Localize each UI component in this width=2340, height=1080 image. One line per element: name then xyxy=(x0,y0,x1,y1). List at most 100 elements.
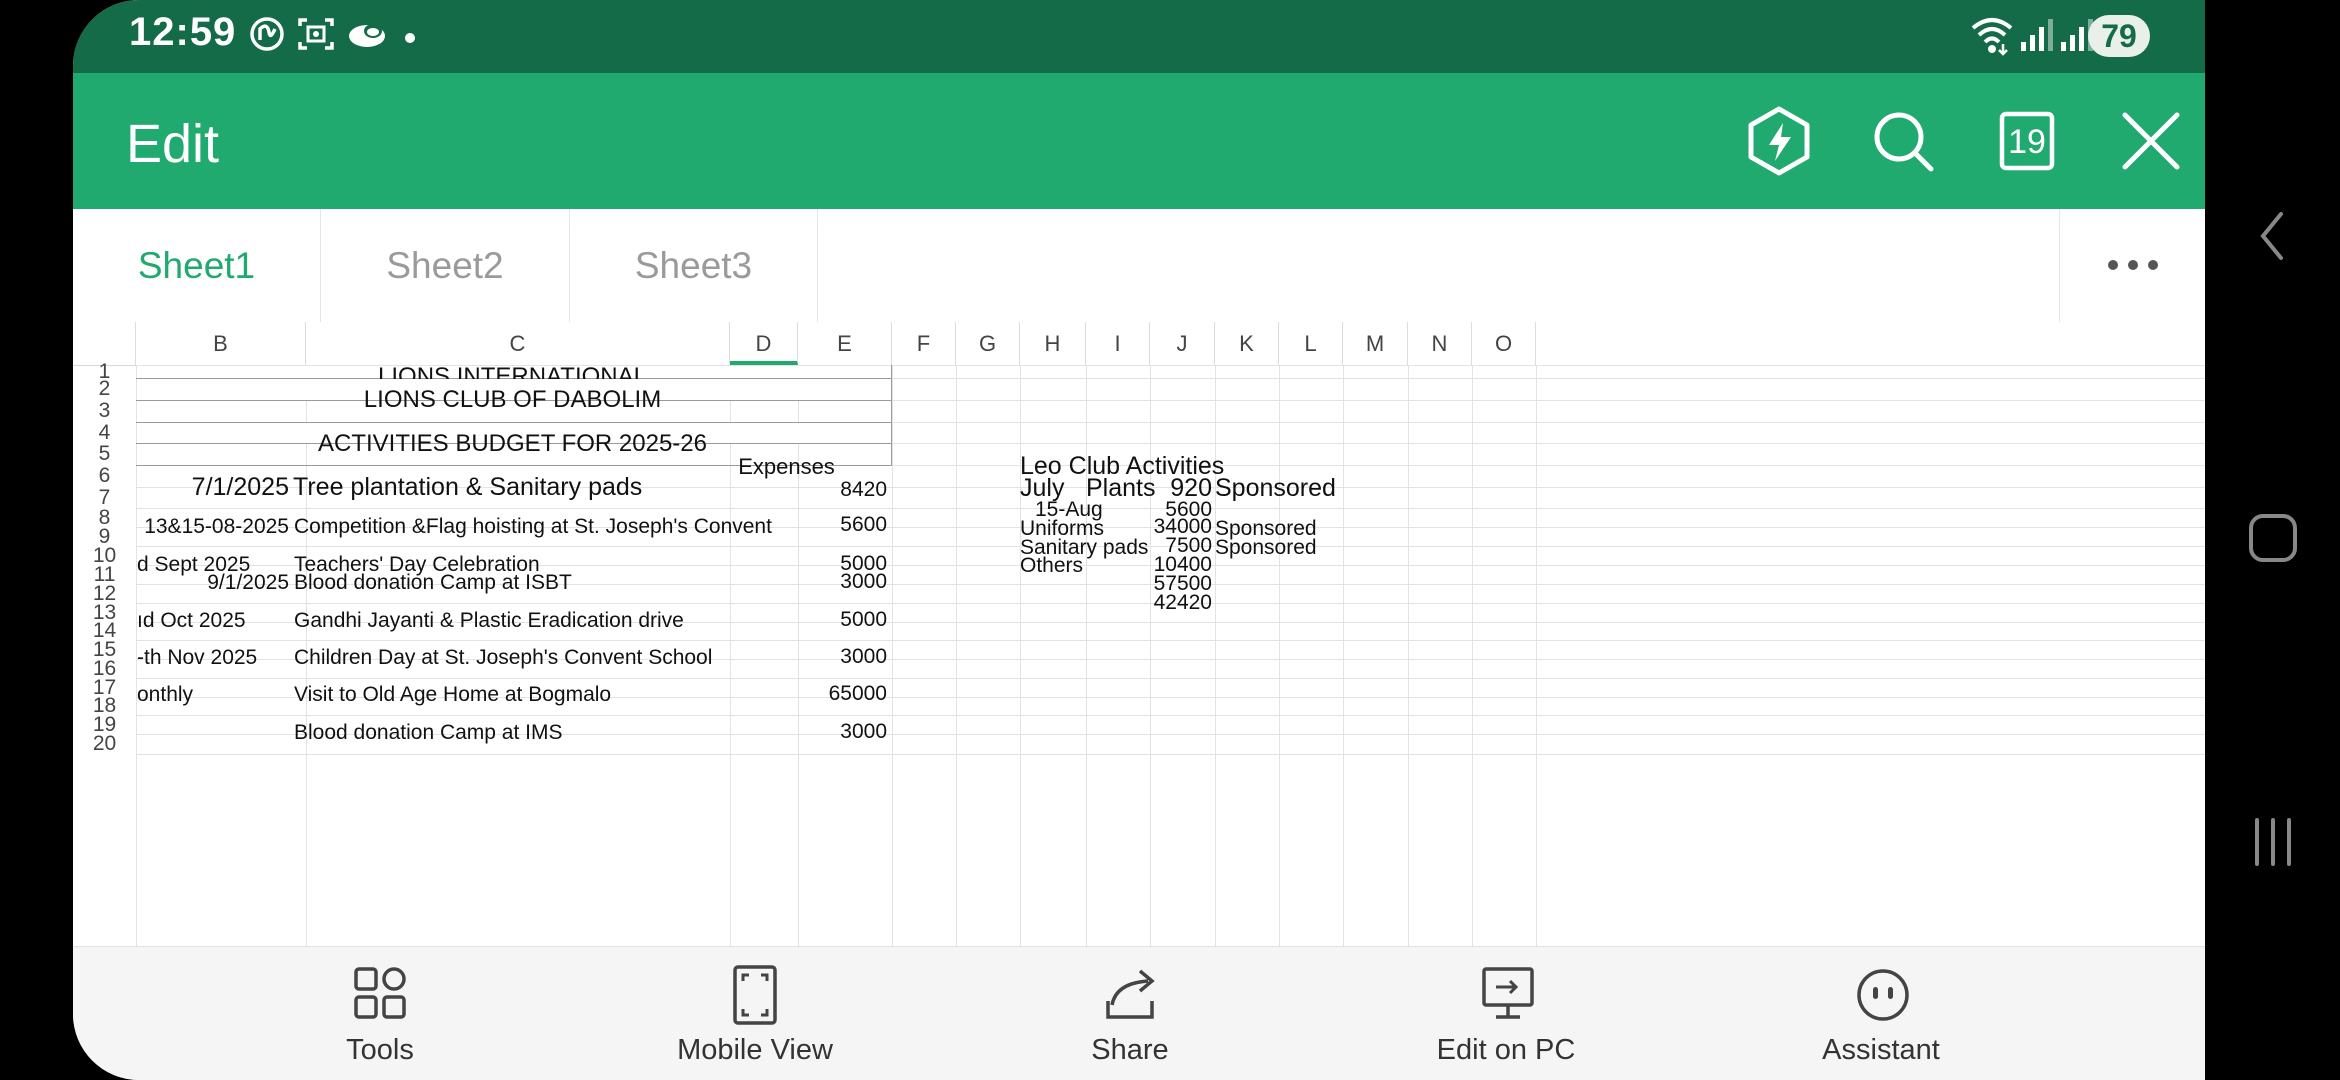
column-header-e[interactable]: E xyxy=(798,322,892,365)
cell-border xyxy=(136,422,892,423)
tools-button[interactable]: Tools xyxy=(230,947,530,1080)
column-headers: BCDEFGHIJKLMNO xyxy=(73,322,2205,366)
cell-b6[interactable]: 7/1/2025 xyxy=(136,472,289,502)
assistant-label: Assistant xyxy=(1822,1034,1940,1066)
more-icon xyxy=(2108,260,2158,270)
assistant-button[interactable]: Assistant xyxy=(1731,947,2031,1080)
row-header-4[interactable]: 4 xyxy=(73,422,136,443)
edit-on-pc-label: Edit on PC xyxy=(1436,1034,1576,1066)
column-header-g[interactable]: G xyxy=(956,322,1020,365)
grid-vline xyxy=(1279,365,1280,946)
column-header-k[interactable]: K xyxy=(1215,322,1279,365)
cell-c11[interactable]: Blood donation Camp at ISBT xyxy=(294,570,572,596)
grid-vline xyxy=(1536,365,1537,946)
cell-b17[interactable]: onthly xyxy=(137,682,193,708)
cell-k6[interactable]: Sponsored xyxy=(1215,473,1336,503)
row-header-7[interactable]: 7 xyxy=(73,487,136,508)
close-icon[interactable] xyxy=(2111,101,2191,181)
calendar-day: 19 xyxy=(2008,123,2046,161)
column-header-f[interactable]: F xyxy=(892,322,956,365)
cell-e13[interactable]: 5000 xyxy=(730,607,887,633)
row-header-2[interactable]: 2 xyxy=(73,378,136,400)
grid-hline xyxy=(136,715,2205,716)
cell-e17[interactable]: 65000 xyxy=(730,681,887,707)
recents-icon[interactable] xyxy=(2251,816,2295,868)
tools-label: Tools xyxy=(346,1034,414,1066)
cell-c17[interactable]: Visit to Old Age Home at Bogmalo xyxy=(294,682,611,708)
cell-c19[interactable]: Blood donation Camp at IMS xyxy=(294,720,563,746)
more-notifications-icon xyxy=(405,33,415,43)
row-header-3[interactable]: 3 xyxy=(73,400,136,422)
mobile-view-icon xyxy=(733,965,777,1025)
cell-border xyxy=(891,365,892,465)
cell-e8[interactable]: 5600 xyxy=(730,512,887,538)
quick-action-icon[interactable] xyxy=(1739,101,1819,181)
grid-vline xyxy=(956,365,957,946)
grid-vline xyxy=(1343,365,1344,946)
cell-j12[interactable]: 42420 xyxy=(1150,590,1212,616)
corner-cell[interactable] xyxy=(73,322,136,365)
back-icon[interactable] xyxy=(2255,208,2291,264)
tab-sheet3[interactable]: Sheet3 xyxy=(570,209,818,322)
app-notification-icon xyxy=(250,17,284,51)
app-screen: 12:59 79 Edit 19 Sheet1 Sheet2 Sheet3 BC… xyxy=(73,0,2205,1080)
column-header-c[interactable]: C xyxy=(306,322,730,365)
column-header-d[interactable]: D xyxy=(730,322,798,365)
column-header-j[interactable]: J xyxy=(1150,322,1215,365)
screenshot-icon xyxy=(298,18,334,50)
grid-hline xyxy=(136,640,2205,641)
tab-sheet1[interactable]: Sheet1 xyxy=(73,209,321,322)
grid-vline xyxy=(1472,365,1473,946)
cloud-icon xyxy=(349,24,385,47)
calendar-icon[interactable]: 19 xyxy=(1987,101,2067,181)
signal-1-icon xyxy=(2021,19,2053,51)
cell-c6[interactable]: Tree plantation & Sanitary pads xyxy=(293,472,642,502)
sheet-tabs: Sheet1 Sheet2 Sheet3 xyxy=(73,209,2205,323)
cell-title-2[interactable]: LIONS CLUB OF DABOLIM xyxy=(136,385,889,415)
clock: 12:59 xyxy=(129,10,237,54)
spreadsheet-grid[interactable]: BCDEFGHIJKLMNO 1 2 3 4 5 6 7 8 9 10 11 12 13 14 15 16 17… xyxy=(73,322,2205,946)
column-header-h[interactable]: H xyxy=(1020,322,1086,365)
row-header-20[interactable]: 20 xyxy=(73,733,136,754)
cell-c15[interactable]: Children Day at St. Joseph's Convent Sch… xyxy=(294,645,712,671)
bottom-toolbar: Tools Mobile View Share Edit on PC Assis… xyxy=(73,946,2205,1080)
grid-vline xyxy=(892,365,893,946)
more-options-button[interactable] xyxy=(2059,209,2205,322)
cell-k9[interactable]: Sponsored xyxy=(1215,535,1317,561)
battery-indicator: 79 xyxy=(2088,15,2150,57)
home-icon[interactable] xyxy=(2247,512,2299,564)
edit-on-pc-button[interactable]: Edit on PC xyxy=(1356,947,1656,1080)
tools-icon xyxy=(354,967,406,1019)
cell-b13[interactable]: ıd Oct 2025 xyxy=(137,608,246,634)
cell-title-1[interactable]: LIONS INTERNATIONAL xyxy=(136,365,889,379)
column-header-l[interactable]: L xyxy=(1279,322,1343,365)
mobile-view-button[interactable]: Mobile View xyxy=(605,947,905,1080)
column-header-m[interactable]: M xyxy=(1343,322,1408,365)
toolbar: Edit 19 xyxy=(73,73,2205,209)
mobile-view-label: Mobile View xyxy=(677,1034,833,1066)
grid-hline xyxy=(136,678,2205,679)
cell-b15[interactable]: -th Nov 2025 xyxy=(137,645,257,671)
column-header-n[interactable]: N xyxy=(1408,322,1472,365)
cell-c8[interactable]: Competition &Flag hoisting at St. Joseph… xyxy=(294,514,772,540)
cell-e6[interactable]: 8420 xyxy=(730,477,887,503)
cell-h10[interactable]: Others xyxy=(1020,553,1083,579)
cell-b11[interactable]: 9/1/2025 xyxy=(136,570,289,596)
column-header-i[interactable]: I xyxy=(1086,322,1150,365)
column-header-b[interactable]: B xyxy=(136,322,306,365)
cell-b8[interactable]: 13&15-08-2025 xyxy=(136,514,289,540)
assistant-icon xyxy=(1857,969,1909,1021)
tab-sheet2[interactable]: Sheet2 xyxy=(321,209,570,322)
status-bar: 12:59 79 xyxy=(73,0,2205,73)
cell-e19[interactable]: 3000 xyxy=(730,719,887,745)
row-header-5[interactable]: 5 xyxy=(73,443,136,465)
cell-e15[interactable]: 3000 xyxy=(730,644,887,670)
cell-e11[interactable]: 3000 xyxy=(730,569,887,595)
column-header-o[interactable]: O xyxy=(1472,322,1536,365)
share-label: Share xyxy=(1091,1034,1169,1066)
share-button[interactable]: Share xyxy=(980,947,1280,1080)
row-header-6[interactable]: 6 xyxy=(73,465,136,487)
search-icon[interactable] xyxy=(1863,101,1943,181)
share-icon xyxy=(1106,969,1155,1019)
cell-c13[interactable]: Gandhi Jayanti & Plastic Eradication dri… xyxy=(294,608,684,634)
